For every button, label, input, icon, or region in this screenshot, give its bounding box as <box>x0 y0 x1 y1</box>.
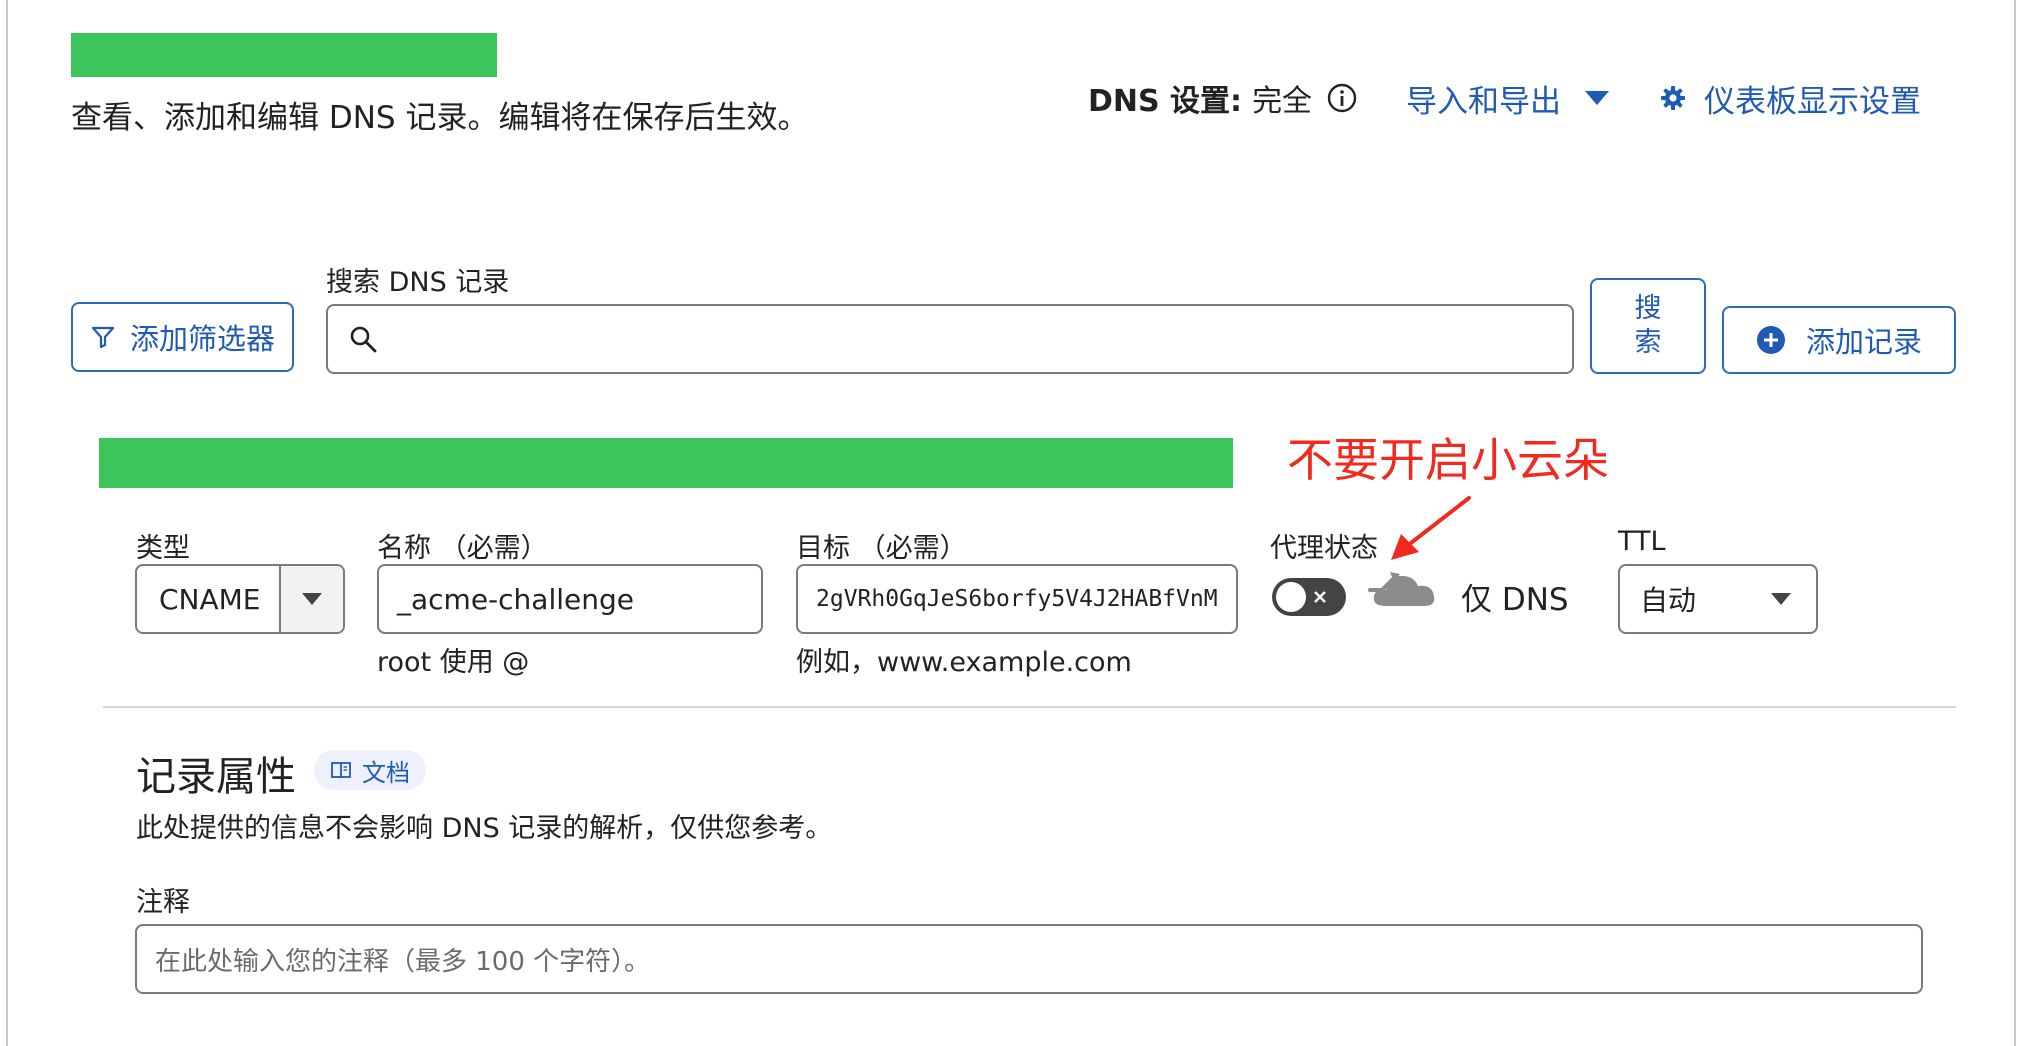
add-record-button[interactable]: 添加记录 <box>1722 306 1956 374</box>
record-attributes-title: 记录属性 <box>136 754 296 800</box>
toggle-knob <box>1276 582 1306 612</box>
search-button[interactable]: 搜索 <box>1590 278 1706 374</box>
target-hint: 例如，www.example.com <box>796 647 1132 678</box>
info-icon[interactable] <box>1326 82 1358 114</box>
add-filter-label: 添加筛选器 <box>129 322 275 356</box>
record-attributes-description: 此处提供的信息不会影响 DNS 记录的解析，仅供您参考。 <box>136 813 833 844</box>
add-record-label: 添加记录 <box>1805 325 1922 359</box>
dns-settings-value: 完全 <box>1252 84 1313 119</box>
search-label: 搜索 DNS 记录 <box>326 267 510 298</box>
section-divider <box>103 706 1956 708</box>
search-icon <box>348 324 378 354</box>
dns-settings-label: DNS 设置: <box>1088 84 1243 119</box>
docs-badge[interactable]: 文档 <box>314 750 426 790</box>
proxy-status-label: 代理状态 <box>1270 533 1378 564</box>
name-label: 名称 （必需） <box>377 533 548 564</box>
proxy-toggle[interactable] <box>1272 578 1346 616</box>
filter-icon <box>90 324 116 350</box>
type-label: 类型 <box>136 533 190 564</box>
ttl-label: TTL <box>1618 526 1666 557</box>
gear-icon <box>1660 85 1686 111</box>
target-input-value: 2gVRh0GqJeS6borfy5V4J2HABfVnM <box>816 586 1218 612</box>
chevron-down-icon <box>1770 592 1792 606</box>
comment-label: 注释 <box>136 887 190 918</box>
page-frame <box>6 0 2016 1046</box>
import-export-menu[interactable]: 导入和导出 <box>1406 76 1611 120</box>
book-icon <box>330 760 352 780</box>
proxy-status-text: 仅 DNS <box>1461 582 1569 618</box>
import-export-label: 导入和导出 <box>1406 83 1561 120</box>
close-icon <box>1312 589 1328 605</box>
target-label: 目标 （必需） <box>796 533 967 564</box>
search-button-label: 搜索 <box>1634 293 1662 358</box>
name-input[interactable]: _acme-challenge <box>377 564 763 634</box>
type-select[interactable]: CNAME <box>135 564 345 634</box>
comment-input[interactable]: 在此处输入您的注释（最多 100 个字符）。 <box>135 924 1923 994</box>
chevron-down-icon <box>279 566 343 632</box>
dashboard-settings-label: 仪表板显示设置 <box>1704 83 1921 120</box>
add-filter-button[interactable]: 添加筛选器 <box>71 302 294 372</box>
caret-down-icon <box>1583 89 1611 107</box>
plus-circle-icon <box>1756 325 1786 355</box>
redacted-record-banner <box>99 438 1233 488</box>
page-description: 查看、添加和编辑 DNS 记录。编辑将在保存后生效。 <box>71 100 809 136</box>
annotation-text: 不要开启小云朵 <box>1287 433 1609 487</box>
dns-only-cloud-icon <box>1368 572 1435 606</box>
name-hint: root 使用 @ <box>377 647 530 678</box>
dashboard-settings-link[interactable]: 仪表板显示设置 <box>1660 76 1921 120</box>
redacted-title <box>71 33 497 77</box>
comment-placeholder: 在此处输入您的注释（最多 100 个字符）。 <box>155 946 651 977</box>
ttl-select-value: 自动 <box>1640 584 1697 617</box>
type-select-value: CNAME <box>159 582 261 616</box>
annotation-arrow-icon <box>1391 496 1471 560</box>
search-input[interactable] <box>326 304 1574 374</box>
target-input[interactable]: 2gVRh0GqJeS6borfy5V4J2HABfVnM <box>796 564 1238 634</box>
name-input-value: _acme-challenge <box>397 582 634 616</box>
docs-badge-label: 文档 <box>362 758 410 787</box>
dns-settings: DNS 设置: 完全 <box>1088 76 1358 120</box>
ttl-select[interactable]: 自动 <box>1618 564 1818 634</box>
